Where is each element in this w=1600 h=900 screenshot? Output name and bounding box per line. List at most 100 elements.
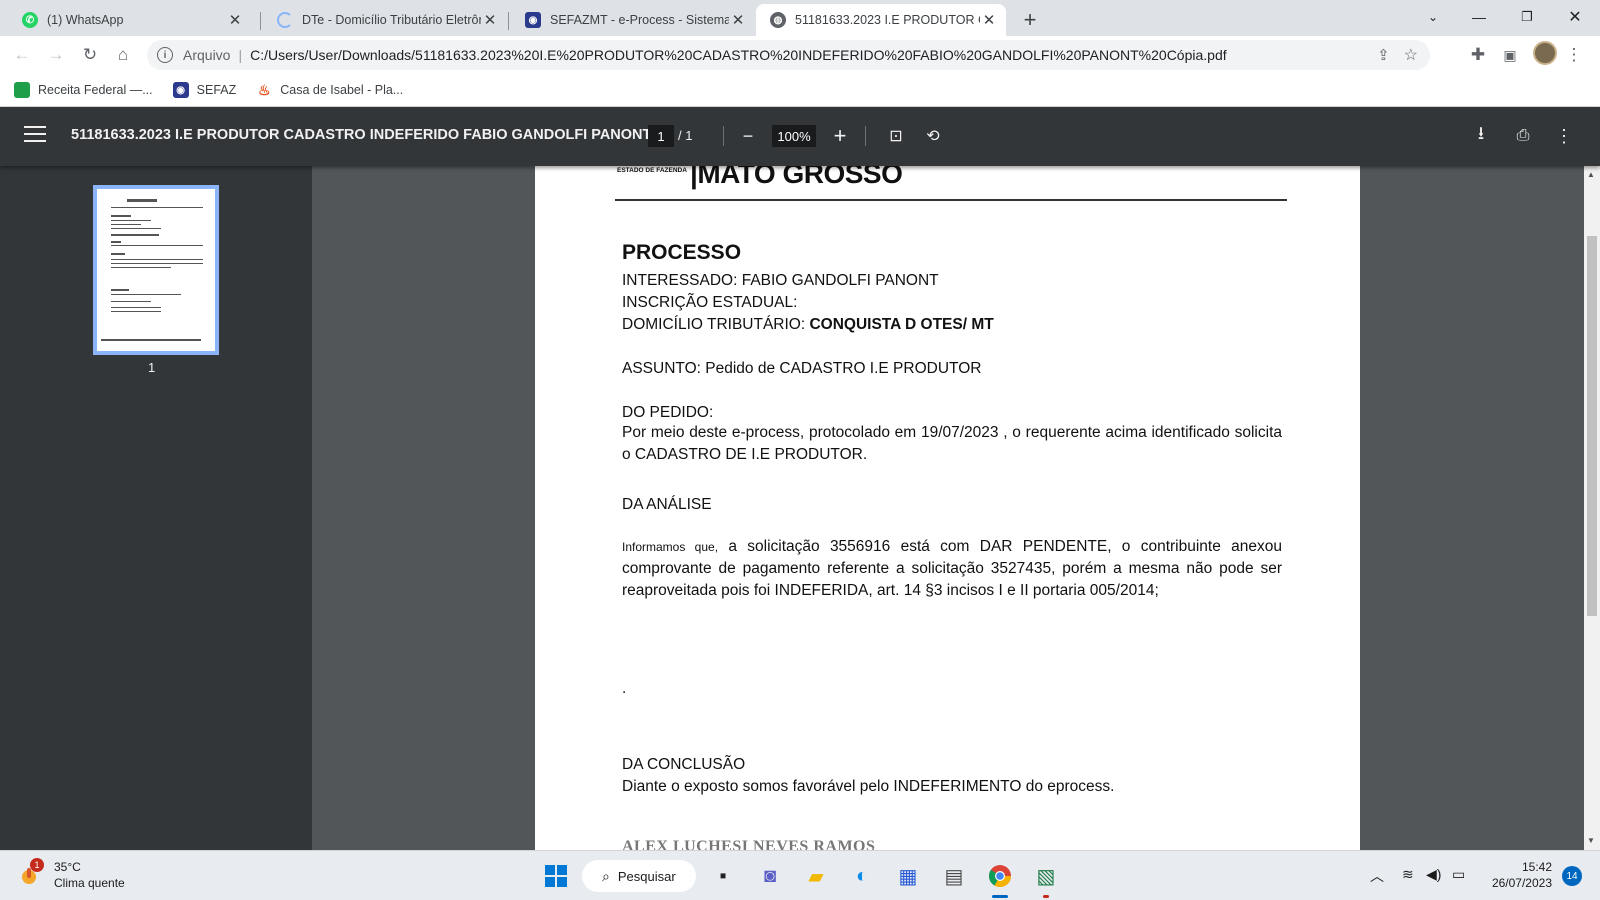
interessado-line: INTERESSADO: FABIO GANDOLFI PANONT bbox=[622, 272, 939, 289]
chevron-up-icon[interactable]: ︿ bbox=[1370, 866, 1384, 886]
close-icon[interactable]: ✕ bbox=[481, 11, 499, 29]
thumb-line bbox=[111, 234, 159, 236]
tab-title: (1) WhatsApp bbox=[47, 13, 124, 27]
thumb-line bbox=[111, 220, 151, 221]
close-icon[interactable]: ✕ bbox=[729, 11, 747, 29]
globe-icon: ◍ bbox=[770, 12, 786, 28]
tab-search-button[interactable]: ⌄ bbox=[1410, 0, 1456, 34]
chrome-icon[interactable] bbox=[984, 860, 1016, 892]
thumb-line bbox=[111, 253, 125, 255]
edge-icon[interactable]: ◐ bbox=[846, 860, 878, 892]
tab-title: DTe - Domicílio Tributário Eletrônico bbox=[302, 13, 481, 27]
browser-toolbar: ← → ↻ ⌂ i Arquivo | C:/Users/User/Downlo… bbox=[0, 36, 1600, 74]
notification-badge[interactable]: 14 bbox=[1562, 866, 1582, 886]
print-icon[interactable]: ⎙ bbox=[1510, 123, 1536, 149]
back-button[interactable]: ← bbox=[8, 41, 36, 69]
thumb-line bbox=[111, 289, 129, 291]
rotate-icon[interactable]: ⟲ bbox=[920, 123, 946, 149]
file-explorer-icon[interactable]: ▰ bbox=[800, 860, 832, 892]
start-button[interactable] bbox=[540, 860, 572, 892]
divider bbox=[865, 126, 866, 146]
bookmark-star-icon[interactable]: ☆ bbox=[1404, 45, 1418, 65]
address-bar[interactable]: i Arquivo | C:/Users/User/Downloads/5118… bbox=[147, 40, 1430, 70]
share-icon[interactable]: ⇪ bbox=[1377, 46, 1390, 64]
bookmark-sefaz[interactable]: ◉ SEFAZ bbox=[172, 82, 236, 98]
scroll-up-arrow-icon[interactable]: ▲ bbox=[1587, 170, 1595, 179]
pdf-title: 51181633.2023 I.E PRODUTOR CADASTRO INDE… bbox=[71, 127, 668, 143]
document-viewport[interactable]: SECRETARIA DE ESTADO DE FAZENDA |MATO GR… bbox=[312, 166, 1584, 850]
weather-widget[interactable]: 1 35°C Clima quente bbox=[18, 858, 125, 891]
sheets-app-icon[interactable]: ▧ bbox=[1030, 860, 1062, 892]
tab-whatsapp[interactable]: ✆ (1) WhatsApp ✕ bbox=[8, 4, 252, 36]
thumb-line bbox=[101, 339, 201, 341]
bookmark-casa-isabel[interactable]: ♨ Casa de Isabel - Pla... bbox=[256, 82, 403, 98]
volume-icon[interactable]: ◀) bbox=[1426, 866, 1441, 883]
thumb-line bbox=[111, 263, 203, 264]
restore-button[interactable]: ❐ bbox=[1504, 0, 1550, 34]
fit-page-icon[interactable]: ⊡ bbox=[883, 123, 909, 149]
tab-title: 51181633.2023 I.E PRODUTOR CADASTRO bbox=[795, 13, 980, 27]
forward-button[interactable]: → bbox=[42, 41, 70, 69]
tab-pdf-active[interactable]: ◍ 51181633.2023 I.E PRODUTOR CADASTRO ✕ bbox=[756, 4, 1006, 36]
scrollbar[interactable]: ▲ ▼ bbox=[1584, 166, 1600, 850]
weather-text: 35°C Clima quente bbox=[54, 859, 125, 891]
da-conclusao-heading: DA CONCLUSÃO bbox=[622, 756, 746, 773]
reload-button[interactable]: ↻ bbox=[76, 41, 104, 69]
scroll-down-arrow-icon[interactable]: ▼ bbox=[1587, 836, 1595, 845]
battery-icon[interactable]: ▭ bbox=[1452, 866, 1465, 883]
more-options-icon[interactable]: ⋮ bbox=[1551, 123, 1577, 149]
clock-date: 26/07/2023 bbox=[1491, 876, 1552, 890]
scroll-thumb[interactable] bbox=[1587, 236, 1597, 616]
sefaz-icon: ◉ bbox=[172, 82, 189, 98]
close-window-button[interactable]: ✕ bbox=[1552, 0, 1598, 34]
inscricao-line: INSCRIÇÃO ESTADUAL: bbox=[622, 294, 798, 311]
tab-dte[interactable]: DTe - Domicílio Tributário Eletrônico ✕ bbox=[263, 4, 507, 36]
thumb-line bbox=[111, 228, 161, 229]
info-icon[interactable]: i bbox=[157, 47, 173, 63]
zoom-in-icon[interactable]: + bbox=[827, 123, 853, 149]
assunto-line: ASSUNTO: Pedido de CADASTRO I.E PRODUTOR bbox=[622, 360, 982, 377]
close-icon[interactable]: ✕ bbox=[226, 11, 244, 29]
thumb-line bbox=[111, 301, 151, 302]
conclusao-text: Diante o exposto somos favorável pelo IN… bbox=[622, 778, 1115, 795]
thumb-line bbox=[111, 307, 161, 308]
bookmark-receita[interactable]: Receita Federal —... bbox=[14, 82, 153, 98]
taskbar-search[interactable]: ⌕ Pesquisar bbox=[582, 860, 696, 892]
signature-name: ALEX LUCHESI NEVES RAMOS bbox=[622, 838, 876, 850]
analise-intro: Informamos que, bbox=[622, 540, 719, 554]
thumbnail-sidebar: 1 bbox=[0, 166, 312, 850]
tab-separator bbox=[260, 12, 261, 30]
task-view-icon[interactable]: ▪ bbox=[707, 860, 739, 892]
calculator-icon[interactable]: ▤ bbox=[938, 860, 970, 892]
system-clock[interactable]: 15:42 26/07/2023 bbox=[1484, 859, 1552, 891]
avatar[interactable] bbox=[1533, 41, 1557, 65]
extensions-icon[interactable]: ✚ bbox=[1464, 41, 1492, 69]
zoom-out-icon[interactable]: − bbox=[735, 123, 761, 149]
page-thumbnail[interactable] bbox=[93, 185, 219, 355]
thumb-line bbox=[111, 241, 121, 243]
weather-icon: 1 bbox=[18, 858, 44, 886]
menu-kebab-icon[interactable]: ⋮ bbox=[1560, 41, 1588, 69]
zoom-input[interactable]: 100% bbox=[772, 125, 816, 147]
wifi-icon[interactable]: ≋ bbox=[1402, 866, 1414, 883]
thumb-line bbox=[111, 259, 203, 260]
loading-icon bbox=[277, 12, 293, 28]
weather-temp: 35°C bbox=[54, 860, 81, 874]
minimize-button[interactable]: — bbox=[1456, 0, 1502, 34]
analise-text: a solicitação 3556916 está com DAR PENDE… bbox=[622, 538, 1283, 599]
bookmark-label: Casa de Isabel - Pla... bbox=[280, 83, 404, 97]
thumb-line bbox=[127, 199, 157, 202]
page-number-input[interactable]: 1 bbox=[648, 125, 674, 147]
close-icon[interactable]: ✕ bbox=[980, 11, 998, 29]
store-icon[interactable]: ▦ bbox=[892, 860, 924, 892]
bookmark-label: Receita Federal —... bbox=[38, 83, 153, 97]
thumb-line bbox=[111, 294, 181, 295]
hamburger-menu-icon[interactable] bbox=[24, 126, 46, 144]
new-tab-button[interactable]: + bbox=[1016, 6, 1044, 34]
chat-icon[interactable]: ◙ bbox=[754, 860, 786, 892]
download-icon[interactable]: ⭳ bbox=[1468, 123, 1494, 149]
tab-sefazmt[interactable]: ◉ SEFAZMT - e-Process - Sistema Integrad… bbox=[511, 4, 755, 36]
home-button[interactable]: ⌂ bbox=[109, 41, 137, 69]
side-panel-icon[interactable]: ▣ bbox=[1496, 41, 1524, 69]
url-text[interactable]: C:/Users/User/Downloads/51181633.2023%20… bbox=[250, 47, 1377, 63]
